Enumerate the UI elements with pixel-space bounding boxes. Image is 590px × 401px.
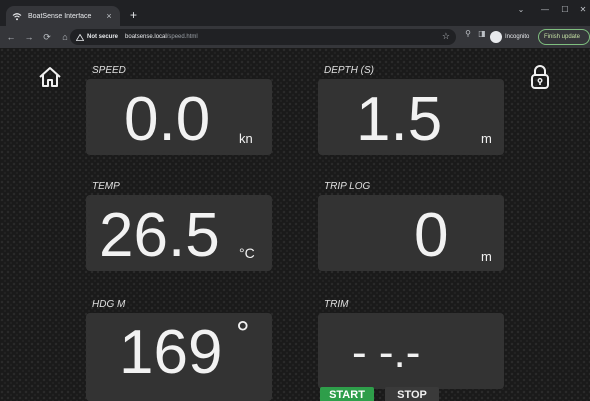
- heading-label: HDG M: [92, 299, 126, 310]
- home-icon[interactable]: [38, 66, 62, 93]
- minimize-icon[interactable]: —: [538, 5, 552, 14]
- trip-log-unit: m: [481, 249, 492, 264]
- trip-log-value: 0: [414, 201, 449, 270]
- depth-value: 1.5: [356, 85, 443, 154]
- bookmark-star-icon[interactable]: ☆: [442, 31, 450, 42]
- url-text: boatsense.local/speed.html: [125, 34, 198, 40]
- trip-log-label: TRIP LOG: [324, 181, 371, 192]
- start-button[interactable]: START: [320, 387, 374, 401]
- close-window-icon[interactable]: ✕: [576, 5, 590, 14]
- tab-title: BoatSense Interface: [28, 12, 92, 20]
- temp-value: 26.5: [99, 201, 220, 270]
- browser-tabstrip: BoatSense Interface × + ⌄ — ☐ ✕: [0, 0, 590, 26]
- speed-unit: kn: [239, 131, 253, 146]
- heading-value: 169: [119, 318, 223, 387]
- depth-label: DEPTH (S): [324, 65, 374, 76]
- stop-button[interactable]: STOP: [385, 387, 439, 401]
- reload-icon[interactable]: ⟳: [40, 30, 54, 44]
- speed-value: 0.0: [124, 85, 211, 154]
- browser-tab[interactable]: BoatSense Interface ×: [6, 6, 120, 26]
- temp-panel: 26.5 °C: [86, 195, 272, 271]
- address-bar[interactable]: Not secure boatsense.local/speed.html ☆: [70, 29, 456, 45]
- speed-label: SPEED: [92, 65, 126, 76]
- security-indicator[interactable]: Not secure: [76, 33, 119, 41]
- maximize-icon[interactable]: ☐: [558, 5, 572, 14]
- finish-update-button[interactable]: Finish update: [538, 29, 590, 45]
- incognito-indicator[interactable]: Incognito: [490, 29, 529, 45]
- url-path: /speed.html: [166, 34, 198, 40]
- tab-close-icon[interactable]: ×: [104, 11, 114, 21]
- forward-icon[interactable]: →: [22, 30, 36, 44]
- temp-label: TEMP: [92, 181, 120, 192]
- speed-panel: 0.0 kn: [86, 79, 272, 155]
- side-panel-icon[interactable]: ◨: [476, 29, 488, 38]
- warning-icon: [76, 33, 84, 41]
- trip-log-panel: 0 m: [318, 195, 504, 271]
- trim-label: TRIM: [324, 299, 349, 310]
- incognito-icon: [490, 31, 502, 43]
- heading-unit: °: [236, 315, 250, 353]
- extensions-icon[interactable]: ⚲: [462, 29, 474, 38]
- back-icon[interactable]: ←: [4, 30, 18, 44]
- lock-icon[interactable]: [530, 64, 550, 95]
- depth-panel: 1.5 m: [318, 79, 504, 155]
- wifi-icon: [12, 11, 22, 21]
- depth-unit: m: [481, 131, 492, 146]
- security-label: Not secure: [87, 34, 119, 40]
- trim-panel: - -.-: [318, 313, 504, 389]
- page-viewport: SPEED 0.0 kn DEPTH (S) 1.5 m TEMP 26.5 °…: [0, 48, 590, 401]
- url-host: boatsense.local: [125, 34, 167, 40]
- tab-search-icon[interactable]: ⌄: [514, 5, 528, 14]
- trim-value: - -.-: [352, 328, 421, 377]
- temp-unit: °C: [239, 245, 255, 261]
- new-tab-button[interactable]: +: [126, 8, 141, 23]
- incognito-label: Incognito: [505, 34, 530, 40]
- heading-panel: 169 °: [86, 313, 272, 401]
